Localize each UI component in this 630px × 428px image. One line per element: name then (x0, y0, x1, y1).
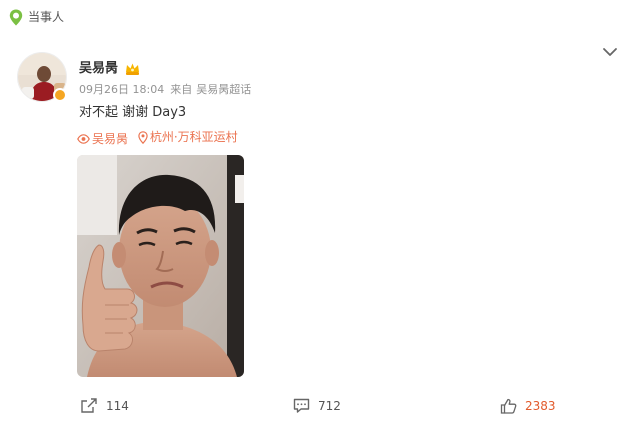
verified-badge-icon (53, 88, 67, 102)
action-bar: 114 712 2383 (0, 390, 630, 426)
share-count: 114 (106, 399, 129, 413)
like-button[interactable]: 2383 (500, 398, 556, 414)
thumbs-up-icon (500, 398, 517, 414)
chevron-down-icon[interactable] (602, 46, 618, 58)
eye-icon (77, 133, 90, 144)
location-pin-icon (138, 130, 148, 144)
post-tags: 吴易昺 杭州·万科亚运村 (77, 129, 244, 148)
share-button[interactable]: 114 (80, 398, 129, 414)
share-icon (81, 398, 97, 413)
post-meta: 09月26日 18:04 来自 吴易昺超话 (79, 83, 251, 97)
post-photo[interactable] (77, 155, 244, 377)
post-context-bar: 当事人 (0, 0, 630, 34)
topic-tag[interactable]: 吴易昺 (77, 131, 128, 147)
location-tag[interactable]: 杭州·万科亚运村 (138, 129, 238, 145)
avatar[interactable] (17, 52, 67, 102)
like-count: 2383 (525, 399, 556, 413)
topic-tag-label: 吴易昺 (92, 131, 129, 146)
context-label: 当事人 (28, 10, 65, 24)
post-timestamp[interactable]: 09月26日 18:04 (79, 83, 164, 97)
location-tag-label: 杭州·万科亚运村 (149, 130, 238, 144)
comment-button[interactable]: 712 (293, 398, 341, 414)
source-prefix: 来自 (170, 83, 193, 96)
comment-count: 712 (318, 399, 341, 413)
location-pin-icon (9, 9, 23, 26)
post-text: 对不起 谢谢 Day3 (79, 105, 187, 120)
comment-icon (293, 398, 310, 413)
source-link[interactable]: 吴易昺超话 (196, 83, 251, 97)
author-name[interactable]: 吴易昺 (79, 60, 118, 78)
crown-icon[interactable] (124, 60, 141, 77)
